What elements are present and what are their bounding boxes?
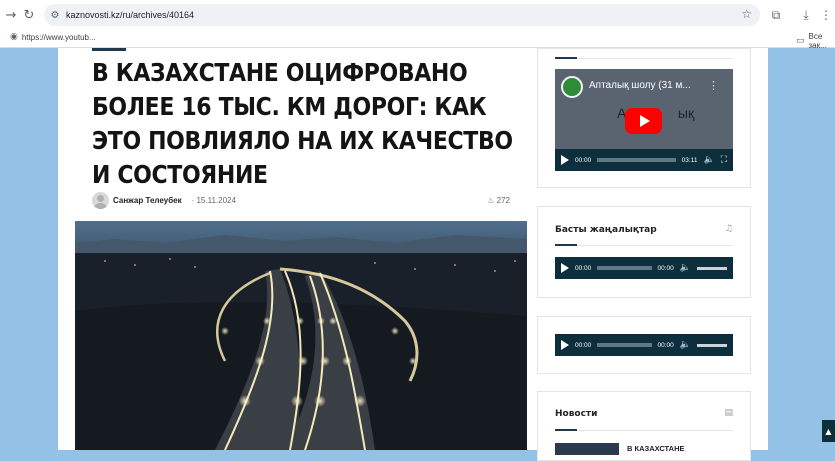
fullscreen-icon[interactable]: ⛶	[721, 155, 727, 165]
volume-slider[interactable]	[697, 266, 727, 270]
play-icon[interactable]	[561, 263, 569, 273]
bookmark-label: https://www.youtub...	[21, 32, 96, 42]
article-meta: Санжар Телеубек · 15.11.2024 ♨ 272	[92, 191, 510, 209]
article-title: В Казахстане оцифровано более 16 тыс. км…	[92, 58, 513, 189]
document-icon: ▤	[724, 408, 733, 418]
view-count: ♨ 272	[487, 196, 510, 205]
news-widget: Новости ▤ В Казахстане	[537, 391, 751, 461]
bookmark-label: Все зак...	[808, 32, 827, 50]
widget-divider	[555, 244, 733, 246]
current-time: 00:00	[575, 156, 592, 164]
overlay-text-end: ық	[677, 105, 695, 121]
total-time: 00:00	[657, 341, 674, 349]
volume-icon[interactable]: 🔈	[680, 263, 691, 273]
audio-player: 00:00 00:00 🔈	[555, 334, 733, 356]
news-headline[interactable]: В Казахстане	[627, 444, 685, 453]
total-time: 00:00	[657, 264, 674, 272]
fire-icon: ♨	[487, 195, 495, 205]
download-icon[interactable]: ⤓	[795, 4, 817, 26]
browser-toolbar: → ↻ ⚙ kaznovosti.kz/ru/archives/40164 ☆ …	[0, 0, 835, 30]
more-options-icon[interactable]: ⋮	[708, 79, 719, 92]
youtube-play-button[interactable]	[625, 108, 662, 134]
widget-title: Новости	[555, 409, 598, 419]
date-text: 15.11.2024	[196, 195, 236, 205]
bookmark-star-icon[interactable]: ☆	[741, 7, 752, 21]
globe-icon: ◉	[10, 32, 18, 42]
address-bar[interactable]: ⚙ kaznovosti.kz/ru/archives/40164 ☆	[44, 4, 760, 26]
headphones-icon: ♫	[724, 224, 733, 234]
video-player-controls: 00:00 03:11 🔈 ⛶	[555, 149, 733, 171]
category-accent-bar	[92, 48, 126, 51]
author-name[interactable]: Санжар Телеубек	[113, 196, 182, 205]
reload-icon[interactable]: ↻	[18, 4, 40, 26]
hero-image	[75, 221, 527, 450]
bookmarks-bar: ◉ https://www.youtub... ▭ Все зак...	[0, 30, 835, 50]
radio-widget: Басты жаңалықтар ♫ 00:00 00:00 🔈	[537, 206, 751, 298]
publish-date: · 15.11.2024	[191, 195, 236, 205]
bookmark-youtube[interactable]: ◉ https://www.youtub...	[10, 32, 96, 42]
current-time: 00:00	[575, 264, 592, 272]
highway-night-photo	[75, 221, 527, 450]
bookmark-folder-all[interactable]: ▭ Все зак...	[796, 32, 835, 50]
total-time: 03:11	[681, 156, 698, 164]
scroll-top-button[interactable]: ▲	[822, 420, 835, 442]
play-icon[interactable]	[561, 155, 569, 165]
news-thumbnail[interactable]	[555, 443, 619, 455]
widget-divider	[555, 57, 733, 59]
extensions-icon[interactable]: ⧉	[765, 4, 787, 26]
widget-title: Басты жаңалықтар	[555, 225, 657, 235]
volume-slider[interactable]	[697, 343, 727, 347]
channel-logo[interactable]	[561, 76, 583, 98]
volume-icon[interactable]: 🔈	[680, 340, 691, 350]
play-icon[interactable]	[561, 340, 569, 350]
views-text: 272	[496, 195, 510, 205]
audio-player: 00:00 00:00 🔈	[555, 257, 733, 279]
volume-icon[interactable]: 🔈	[703, 155, 714, 165]
video-title[interactable]: Апталық шолу (31 м...	[589, 80, 691, 91]
current-time: 00:00	[575, 341, 592, 349]
progress-rail[interactable]	[597, 266, 652, 270]
article: В Казахстане оцифровано более 16 тыс. км…	[75, 48, 527, 450]
video-widget: Апталық шолу (31 м... ⋮ Апық 00:00 03:11…	[537, 48, 751, 188]
site-info-icon[interactable]: ⚙	[44, 10, 66, 21]
audio-widget: 00:00 00:00 🔈	[537, 316, 751, 374]
progress-rail[interactable]	[597, 343, 652, 347]
folder-icon: ▭	[796, 36, 805, 46]
url-text[interactable]: kaznovosti.kz/ru/archives/40164	[66, 10, 194, 20]
widget-divider	[555, 429, 733, 431]
progress-rail[interactable]	[597, 158, 676, 162]
sidebar: Апталық шолу (31 м... ⋮ Апық 00:00 03:11…	[537, 48, 751, 461]
page-container: В Казахстане оцифровано более 16 тыс. км…	[58, 48, 768, 461]
author-avatar[interactable]	[92, 191, 109, 209]
menu-icon[interactable]: ⋮	[815, 4, 835, 26]
